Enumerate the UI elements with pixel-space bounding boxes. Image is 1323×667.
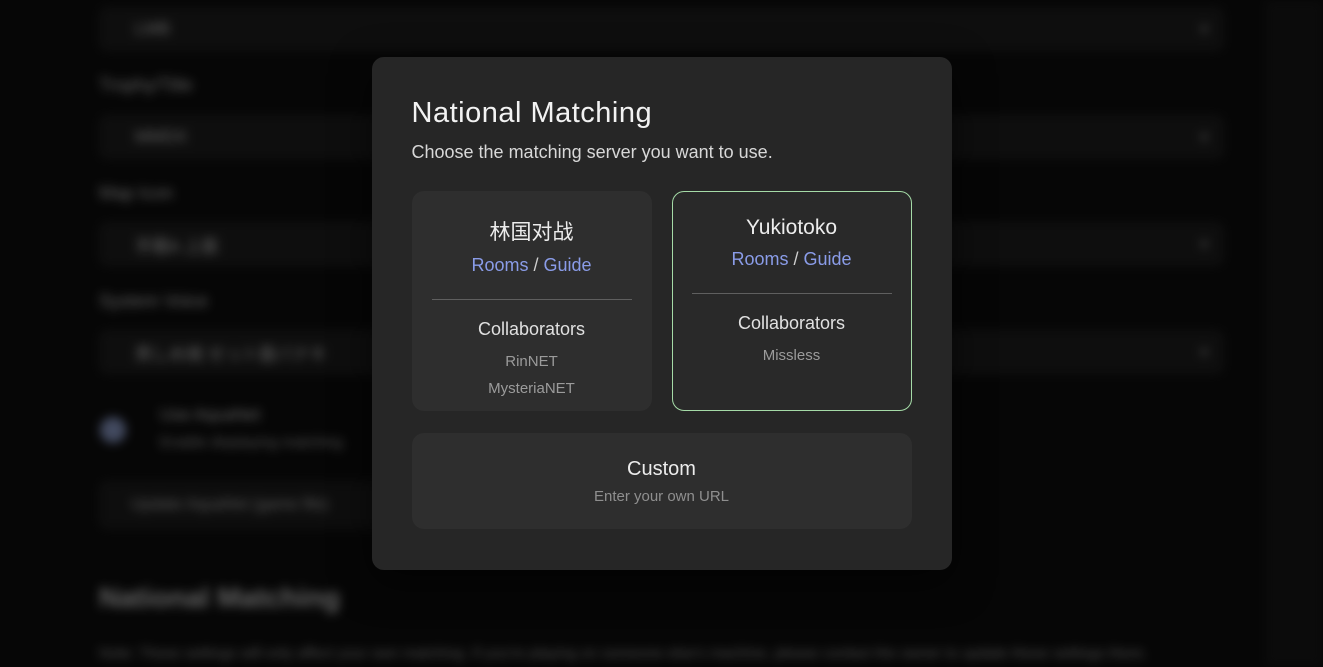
modal-subtitle: Choose the matching server you want to u… <box>412 142 912 163</box>
collaborator-name: Missless <box>763 342 821 369</box>
collaborator-name: RinNET <box>505 348 558 375</box>
modal-title: National Matching <box>412 97 912 130</box>
server-card-yukiotoko-selected[interactable]: Yukiotoko Rooms / Guide Collaborators Mi… <box>672 191 912 411</box>
custom-card-subtitle: Enter your own URL <box>594 488 729 505</box>
server-name: Yukiotoko <box>746 216 837 240</box>
server-name: 林国对战 <box>490 216 574 246</box>
collaborators-label: Collaborators <box>478 319 585 340</box>
rooms-link[interactable]: Rooms <box>471 255 528 275</box>
link-separator: / <box>528 255 543 275</box>
server-links: Rooms / Guide <box>471 255 591 276</box>
server-links: Rooms / Guide <box>731 249 851 270</box>
divider <box>432 299 632 300</box>
rooms-link[interactable]: Rooms <box>731 249 788 269</box>
divider <box>692 293 892 294</box>
guide-link[interactable]: Guide <box>543 255 591 275</box>
guide-link[interactable]: Guide <box>803 249 851 269</box>
collaborator-name: MysteriaNET <box>488 375 575 402</box>
custom-card-title: Custom <box>627 458 696 481</box>
link-separator: / <box>788 249 803 269</box>
national-matching-modal: National Matching Choose the matching se… <box>372 57 952 570</box>
collaborators-label: Collaborators <box>738 313 845 334</box>
server-options: 林国对战 Rooms / Guide Collaborators RinNET … <box>412 191 912 411</box>
custom-server-card[interactable]: Custom Enter your own URL <box>412 433 912 529</box>
server-card-linguo[interactable]: 林国对战 Rooms / Guide Collaborators RinNET … <box>412 191 652 411</box>
